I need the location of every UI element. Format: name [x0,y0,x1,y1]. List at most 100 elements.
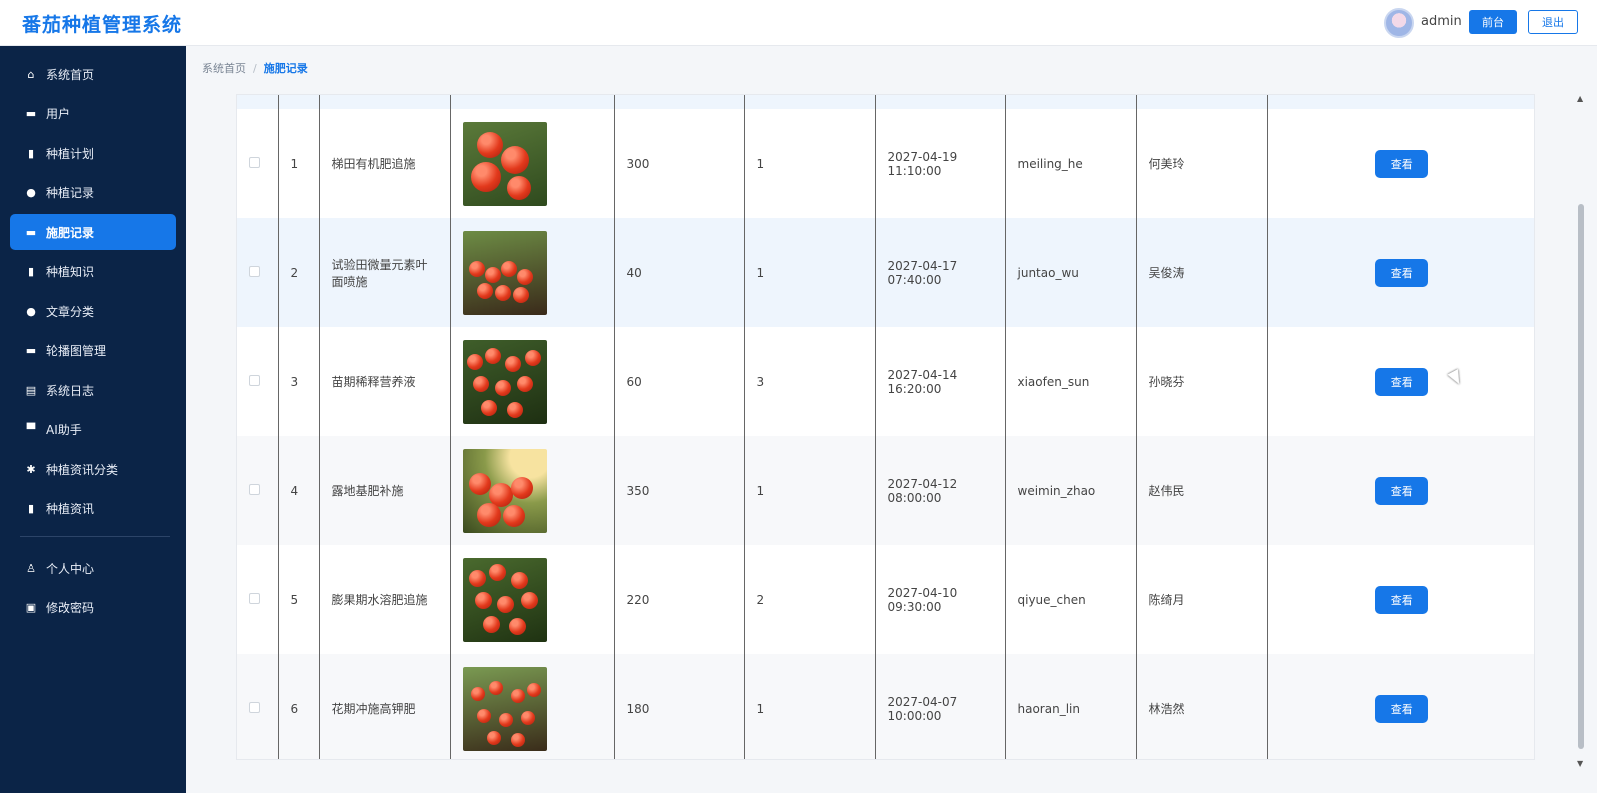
sidebar-item-planting-records[interactable]: ● 种植记录 [10,174,176,210]
sidebar-item-users[interactable]: ▬ 用户 [10,95,176,131]
briefcase-icon: ▬ [25,343,37,357]
row-datetime: 2027-04-17 07:40:00 [875,218,1006,327]
fertilizer-records-table: 1 梯田有机肥追施 300 1 2027-04-19 11:10:00 meil… [237,95,1534,759]
sidebar-item-label: 系统日志 [46,383,95,398]
view-button[interactable]: 查看 [1375,694,1429,723]
sidebar-item-article-category[interactable]: ● 文章分类 [10,293,176,329]
row-datetime: 2027-04-10 09:30:00 [875,545,1006,654]
user-icon: ♙ [26,561,36,575]
sidebar-item-news[interactable]: ▮ 种植资讯 [10,490,176,526]
row-checkbox[interactable] [249,701,260,713]
breadcrumb-home[interactable]: 系统首页 [202,62,246,75]
scrollbar-thumb[interactable] [1578,204,1584,749]
row-times: 1 [744,109,876,218]
home-icon: ⌂ [27,67,35,81]
view-button[interactable]: 查看 [1375,149,1429,178]
row-datetime: 2027-04-12 08:00:00 [875,436,1006,545]
row-account: meiling_he [1005,109,1137,218]
lock-icon: ▣ [25,600,37,614]
row-datetime: 2027-04-07 10:00:00 [875,654,1006,759]
table-header-row [237,95,1534,109]
row-times: 1 [744,436,876,545]
row-person: 吴俊涛 [1136,218,1268,327]
table-row: 3 苗期稀释营养液 60 3 2027-04-14 16:20:00 xiaof… [237,327,1534,436]
row-name: 膨果期水溶肥追施 [319,545,451,654]
row-name: 试验田微量元素叶面喷施 [319,218,451,327]
tomato-image [462,448,547,533]
row-index: 4 [278,436,320,545]
table-row: 1 梯田有机肥追施 300 1 2027-04-19 11:10:00 meil… [237,109,1534,218]
sidebar-item-change-password[interactable]: ▣ 修改密码 [10,589,176,625]
pin-icon: ● [26,304,36,318]
sidebar-item-label: 个人中心 [46,561,95,576]
vertical-scrollbar[interactable]: ▲ ▼ [1577,94,1585,768]
scroll-up-arrow-icon[interactable]: ▲ [1577,94,1583,103]
top-bar: 番茄种植管理系统 admin 前台 退出 [0,0,1597,46]
row-index: 3 [278,327,320,436]
sidebar-item-carousel[interactable]: ▬ 轮播图管理 [10,332,176,368]
avatar[interactable] [1384,8,1414,38]
sidebar-item-label: 种植记录 [46,185,95,200]
sidebar-item-label: 种植资讯分类 [46,462,119,477]
row-times: 1 [744,218,876,327]
username-label: admin [1421,14,1462,29]
sidebar-item-ai-assistant[interactable]: ▀ AI助手 [10,411,176,447]
sidebar-item-label: 种植资讯 [46,501,95,516]
row-index: 1 [278,109,320,218]
row-name: 露地基肥补施 [319,436,451,545]
row-amount: 300 [614,109,745,218]
row-index: 6 [278,654,320,759]
row-amount: 60 [614,327,745,436]
row-name: 花期冲施高钾肥 [319,654,451,759]
table-row: 4 露地基肥补施 350 1 2027-04-12 08:00:00 weimi… [237,436,1534,545]
logout-button[interactable]: 退出 [1528,10,1578,34]
sidebar-item-profile[interactable]: ♙ 个人中心 [10,550,176,586]
row-name: 梯田有机肥追施 [319,109,451,218]
gear-icon: ✱ [26,462,36,476]
sidebar-item-label: 施肥记录 [46,225,95,240]
sidebar-item-label: 种植知识 [46,264,95,279]
row-times: 1 [744,654,876,759]
row-index: 2 [278,218,320,327]
sidebar-item-label: 系统首页 [46,67,95,82]
row-datetime: 2027-04-14 16:20:00 [875,327,1006,436]
sidebar-item-home[interactable]: ⌂ 系统首页 [10,56,176,92]
sidebar-item-planting-knowledge[interactable]: ▮ 种植知识 [10,253,176,289]
clipboard-icon: ▤ [25,383,37,397]
tomato-image [462,339,547,424]
sidebar-divider [20,536,170,537]
row-account: qiyue_chen [1005,545,1137,654]
view-button[interactable]: 查看 [1375,258,1429,287]
view-button[interactable]: 查看 [1375,585,1429,614]
scroll-down-arrow-icon[interactable]: ▼ [1577,759,1583,768]
sidebar-item-label: 修改密码 [46,600,95,615]
row-checkbox[interactable] [249,483,260,495]
bar-chart-icon: ▮ [27,264,35,278]
row-amount: 180 [614,654,745,759]
sidebar-item-system-log[interactable]: ▤ 系统日志 [10,372,176,408]
briefcase-icon: ▬ [25,106,37,120]
data-table-container: 1 梯田有机肥追施 300 1 2027-04-19 11:10:00 meil… [236,94,1535,760]
sidebar-item-news-category[interactable]: ✱ 种植资讯分类 [10,451,176,487]
front-button[interactable]: 前台 [1469,10,1517,34]
row-checkbox[interactable] [249,265,260,277]
tomato-image [462,557,547,642]
monitor-icon: ▀ [26,422,36,436]
row-index: 5 [278,545,320,654]
briefcase-icon: ▬ [25,225,37,239]
sidebar-item-fertilizer-records[interactable]: ▬ 施肥记录 [10,214,176,250]
row-checkbox[interactable] [249,592,260,604]
pin-icon: ● [26,185,36,199]
sidebar-item-planting-plan[interactable]: ▮ 种植计划 [10,135,176,171]
sidebar-item-label: AI助手 [46,422,82,437]
row-account: juntao_wu [1005,218,1137,327]
tomato-image [462,121,547,206]
row-account: xiaofen_sun [1005,327,1137,436]
view-button[interactable]: 查看 [1375,367,1429,396]
sidebar-item-label: 轮播图管理 [46,343,107,358]
main-content: 1 梯田有机肥追施 300 1 2027-04-19 11:10:00 meil… [186,82,1582,782]
row-checkbox[interactable] [249,156,260,168]
row-checkbox[interactable] [249,374,260,386]
bar-chart-icon: ▮ [27,146,35,160]
view-button[interactable]: 查看 [1375,476,1429,505]
